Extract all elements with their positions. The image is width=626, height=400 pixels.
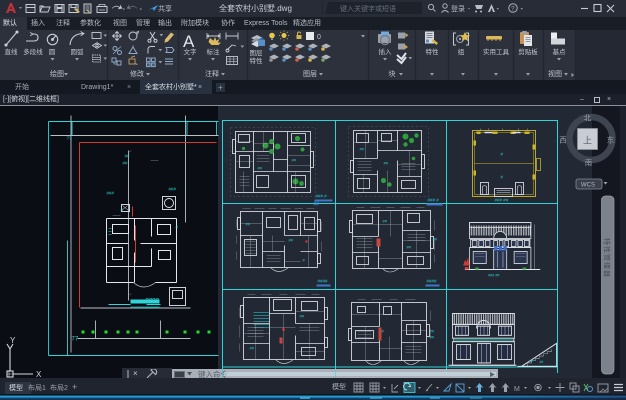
svg-text:上: 上 xyxy=(583,136,592,146)
svg-text:##: ## xyxy=(384,161,389,166)
svg-text:##: ## xyxy=(258,166,263,171)
svg-text:基点: 基点 xyxy=(553,47,567,56)
svg-text:西: 西 xyxy=(559,136,567,145)
svg-text:##: ## xyxy=(292,158,297,163)
svg-text:标注: 标注 xyxy=(207,47,221,56)
svg-text:### #: ### # xyxy=(316,194,328,199)
svg-text:绘图: 绘图 xyxy=(50,69,64,78)
svg-text:插入: 插入 xyxy=(379,47,393,56)
svg-text:视图: 视图 xyxy=(548,69,562,78)
svg-text:0: 0 xyxy=(317,34,321,41)
svg-text:图层: 图层 xyxy=(250,49,264,57)
svg-text:####: #### xyxy=(318,279,329,284)
svg-text:####: #### xyxy=(427,279,438,284)
svg-text:##: ## xyxy=(433,237,438,242)
svg-text:77: 77 xyxy=(72,337,79,343)
svg-text:全套农村小别墅.dwg: 全套农村小别墅.dwg xyxy=(219,3,292,13)
svg-text:南: 南 xyxy=(585,157,593,167)
svg-text:##: ## xyxy=(430,329,435,334)
svg-text:图层: 图层 xyxy=(303,70,317,78)
svg-text:块: 块 xyxy=(389,69,396,78)
svg-text:?: ? xyxy=(511,6,515,13)
svg-text:多段线: 多段线 xyxy=(23,47,43,56)
svg-text:##: ## xyxy=(289,238,294,243)
svg-text:WCS: WCS xyxy=(581,183,595,189)
svg-text:圆弧: 圆弧 xyxy=(71,47,85,56)
svg-text:###: ### xyxy=(107,191,115,196)
svg-text:##: ## xyxy=(125,154,131,159)
svg-text:### ##: ### ## xyxy=(495,198,509,203)
svg-text:##: ## xyxy=(314,202,320,208)
svg-text:北: 北 xyxy=(584,114,592,123)
svg-text:##: ## xyxy=(430,335,435,340)
svg-text:共享: 共享 xyxy=(158,4,172,13)
svg-text:直线: 直线 xyxy=(5,47,19,56)
svg-text:##: ## xyxy=(250,346,255,351)
svg-text:特性: 特性 xyxy=(426,47,440,56)
svg-text:圆: 圆 xyxy=(49,48,56,56)
svg-text:##: ## xyxy=(407,245,412,250)
svg-text:??: ?? xyxy=(67,136,73,141)
svg-text:##: ## xyxy=(383,219,388,224)
svg-text:键入关键字或短语: 键入关键字或短语 xyxy=(340,4,396,13)
svg-text:组: 组 xyxy=(458,47,465,56)
svg-text:### ##: ### ## xyxy=(488,273,500,277)
svg-text:东: 东 xyxy=(607,135,615,145)
svg-text:##: ## xyxy=(246,222,251,227)
svg-text:特性管理器: 特性管理器 xyxy=(603,238,612,278)
svg-text:剪贴板: 剪贴板 xyxy=(518,47,538,56)
svg-text:注释: 注释 xyxy=(205,69,219,78)
svg-text:##: ## xyxy=(360,147,365,152)
svg-text:Y: Y xyxy=(10,336,16,345)
svg-text:特性: 特性 xyxy=(250,56,264,65)
svg-text:##: ## xyxy=(300,314,305,319)
svg-text:##: ## xyxy=(123,161,129,166)
svg-text:实用工具: 实用工具 xyxy=(483,47,510,56)
svg-text:M: M xyxy=(514,386,520,393)
svg-text:### #: ### # xyxy=(428,198,440,203)
svg-text:修改: 修改 xyxy=(130,69,144,78)
svg-text:###: ### xyxy=(169,187,177,192)
svg-text:文字: 文字 xyxy=(184,47,198,56)
svg-text:登录: 登录 xyxy=(451,4,465,13)
